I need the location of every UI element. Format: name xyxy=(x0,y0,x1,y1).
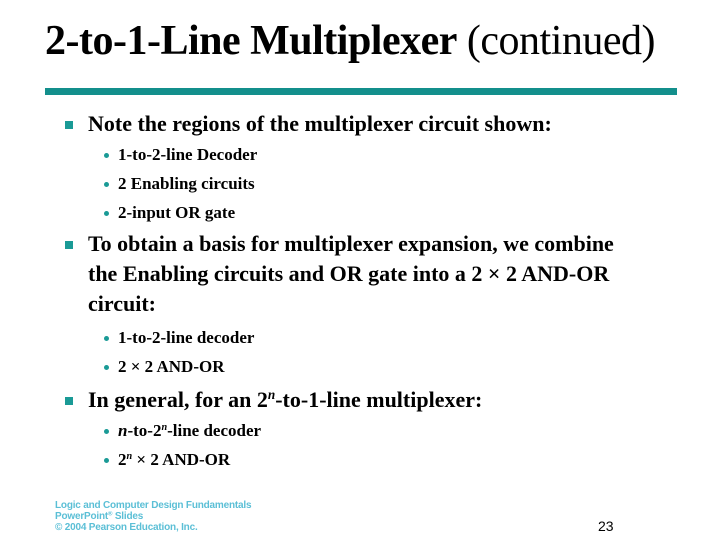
sub-bullet-text: 2 × 2 AND-OR xyxy=(118,357,225,376)
round-bullet-icon xyxy=(104,182,109,187)
sub-bullet-text: 2-input OR gate xyxy=(118,203,236,222)
page-number: 23 xyxy=(598,518,614,534)
sub-bullet-1-1: 1-to-2-line Decoder xyxy=(104,144,258,166)
sub-bullet-text-post: × 2 AND-OR xyxy=(132,450,231,469)
sub-bullet-1-2: 2 Enabling circuits xyxy=(104,173,255,195)
sub-bullet-text: 1-to-2-line Decoder xyxy=(118,145,258,164)
publisher-footer: Logic and Computer Design Fundamentals P… xyxy=(55,500,252,533)
bullet-1-text: Note the regions of the multiplexer circ… xyxy=(88,111,552,136)
square-bullet-icon xyxy=(65,121,73,129)
sub-bullet-2-2: 2 × 2 AND-OR xyxy=(104,356,225,378)
round-bullet-icon xyxy=(104,429,109,434)
square-bullet-icon xyxy=(65,397,73,405)
bullet-2-line-2: the Enabling circuits and OR gate into a… xyxy=(88,261,610,286)
bullet-1: Note the regions of the multiplexer circ… xyxy=(65,109,678,139)
sub-bullet-2-1: 1-to-2-line decoder xyxy=(104,327,255,349)
bullet-3-text-post: -to-1-line multiplexer: xyxy=(275,387,483,412)
bullet-2-line-3: circuit: xyxy=(88,291,157,316)
round-bullet-icon xyxy=(104,365,109,370)
round-bullet-icon xyxy=(104,153,109,158)
round-bullet-icon xyxy=(104,336,109,341)
sub-bullet-text-mid: -to-2 xyxy=(127,421,162,440)
bullet-3: In general, for an 2n-to-1-line multiple… xyxy=(65,385,678,415)
sub-bullet-text-pre: 2 xyxy=(118,450,127,469)
footer-line-3: © 2004 Pearson Education, Inc. xyxy=(55,522,198,533)
bullet-3-text-pre: In general, for an 2 xyxy=(88,387,268,412)
footer-line-2-post: Slides xyxy=(112,511,144,522)
sub-bullet-text-post: -line decoder xyxy=(167,421,262,440)
sub-bullet-3-1: n-to-2n-line decoder xyxy=(104,420,262,442)
footer-line-1: Logic and Computer Design Fundamentals xyxy=(55,500,252,511)
footer-line-2: PowerPoint® Slides xyxy=(55,511,251,522)
footer-line-2-pre: PowerPoint xyxy=(55,511,109,522)
sub-bullet-text: 1-to-2-line decoder xyxy=(118,328,255,347)
square-bullet-icon xyxy=(65,241,73,249)
slide-content: Note the regions of the multiplexer circ… xyxy=(0,0,720,540)
round-bullet-icon xyxy=(104,211,109,216)
bullet-2: To obtain a basis for multiplexer expans… xyxy=(65,229,678,319)
round-bullet-icon xyxy=(104,458,109,463)
sub-bullet-1-3: 2-input OR gate xyxy=(104,202,236,224)
sub-bullet-text: 2 Enabling circuits xyxy=(118,174,255,193)
bullet-2-line-1: To obtain a basis for multiplexer expans… xyxy=(88,231,614,256)
sub-bullet-3-2: 2n × 2 AND-OR xyxy=(104,449,231,471)
